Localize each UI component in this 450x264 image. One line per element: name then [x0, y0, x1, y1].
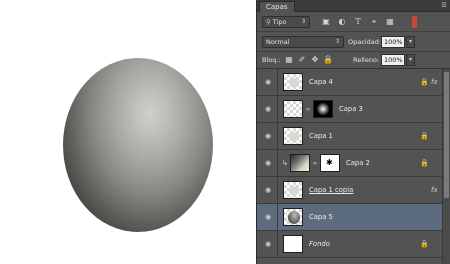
lock-image-icon[interactable]: ✐: [297, 55, 307, 65]
layers-panel: Capas ☰ ⚲ Tipo ⇕ ▣ ◐ T ⌖ ▦ Normal ⇕ Opaci…: [256, 0, 450, 264]
filter-kind-label: Tipo: [272, 18, 287, 26]
visibility-eye-icon[interactable]: ◉: [263, 213, 273, 221]
lock-icon: 🔒: [420, 240, 429, 248]
tab-layers[interactable]: Capas: [259, 1, 295, 12]
layer-name[interactable]: Capa 3: [339, 105, 363, 114]
visibility-eye-icon[interactable]: ◉: [263, 186, 273, 194]
lock-icon: 🔒: [420, 78, 429, 86]
panel-tab-bar: Capas ☰: [257, 0, 450, 12]
layer-thumbnail: [290, 154, 310, 172]
fill-label: Relleno:: [353, 56, 380, 64]
fill-field[interactable]: 100%: [381, 54, 405, 66]
lock-fill-row: Bloq.: ▦ ✐ ✥ 🔒 Relleno: 100% ▾: [257, 52, 450, 69]
opacity-label: Opacidad:: [348, 38, 382, 46]
layer-row-selected[interactable]: ◉ Capa 5: [257, 204, 443, 231]
layer-thumbnail: [283, 100, 303, 118]
panel-menu-icon[interactable]: ☰: [440, 2, 448, 10]
fx-icon[interactable]: fx: [431, 77, 441, 87]
select-caret-icon: ⇕: [300, 18, 306, 25]
layer-mask-thumbnail[interactable]: [320, 154, 340, 172]
lock-icon: 🔒: [420, 159, 429, 167]
opacity-field[interactable]: 100%: [381, 36, 405, 48]
document-canvas[interactable]: [0, 0, 256, 264]
visibility-eye-icon[interactable]: ◉: [263, 159, 273, 167]
blend-opacity-row: Normal ⇕ Opacidad: 100% ▾: [257, 32, 450, 52]
adjustment-filter-icon[interactable]: ◐: [337, 17, 347, 27]
filter-toggle-switch[interactable]: [412, 16, 417, 28]
layer-filter-row: ⚲ Tipo ⇕ ▣ ◐ T ⌖ ▦: [257, 12, 450, 32]
select-caret-icon: ⇕: [334, 38, 340, 45]
opacity-dropdown-button[interactable]: ▾: [406, 36, 415, 48]
visibility-eye-icon[interactable]: ◉: [263, 240, 273, 248]
layer-row[interactable]: ◉ Capa 1 🔒: [257, 123, 443, 150]
visibility-eye-icon[interactable]: ◉: [263, 132, 273, 140]
layer-name[interactable]: Capa 2: [346, 159, 370, 168]
layer-name[interactable]: Capa 5: [309, 213, 333, 222]
layer-thumbnail: [283, 235, 303, 253]
layer-name[interactable]: Capa 1: [309, 132, 333, 141]
layers-scrollbar[interactable]: [442, 69, 450, 264]
mask-link-icon[interactable]: ∞: [312, 159, 318, 168]
layer-thumbnail: [283, 208, 303, 226]
layer-thumbnail: [283, 181, 303, 199]
layer-thumbnail: [283, 73, 303, 91]
visibility-eye-icon[interactable]: ◉: [263, 105, 273, 113]
layer-mask-thumbnail[interactable]: [313, 100, 333, 118]
clipping-arrow-icon: ↳: [282, 159, 288, 167]
scrollbar-thumb[interactable]: [444, 72, 449, 198]
shape-filter-icon[interactable]: ⌖: [369, 17, 379, 27]
filter-kind-select[interactable]: ⚲ Tipo ⇕: [262, 16, 310, 28]
visibility-eye-icon[interactable]: ◉: [263, 78, 273, 86]
layer-row[interactable]: ◉ Capa 1 copia fx: [257, 177, 443, 204]
layer-name[interactable]: Capa 4: [309, 78, 333, 87]
layer-row[interactable]: ◉ ↳ ∞ Capa 2 🔒: [257, 150, 443, 177]
lock-icon: 🔒: [420, 132, 429, 140]
layer-row[interactable]: ◉ ∞ Capa 3: [257, 96, 443, 123]
fx-icon[interactable]: fx: [431, 185, 441, 195]
lock-transparent-icon[interactable]: ▦: [284, 55, 294, 65]
type-filter-icon[interactable]: T: [353, 17, 363, 27]
lock-all-icon[interactable]: 🔒: [323, 55, 333, 65]
lock-label: Bloq.:: [262, 56, 281, 64]
layer-name[interactable]: Fondo: [309, 240, 330, 249]
lock-position-icon[interactable]: ✥: [310, 55, 320, 65]
layer-row[interactable]: ◉ Capa 4 🔒 fx: [257, 69, 443, 96]
fill-dropdown-button[interactable]: ▾: [406, 54, 415, 66]
gray-sphere-artwork: [63, 58, 213, 232]
blend-mode-value: Normal: [266, 38, 290, 46]
pixel-filter-icon[interactable]: ▣: [321, 17, 331, 27]
mask-link-icon[interactable]: ∞: [305, 105, 311, 114]
layer-row[interactable]: ◉ Fondo 🔒: [257, 231, 443, 258]
blend-mode-select[interactable]: Normal ⇕: [262, 36, 344, 48]
layer-thumbnail: [283, 127, 303, 145]
search-icon: ⚲: [266, 18, 271, 26]
layers-list: ◉ Capa 4 🔒 fx ◉ ∞ Capa 3 ◉ Capa 1 🔒 ◉ ↳: [257, 69, 450, 264]
smart-object-filter-icon[interactable]: ▦: [385, 17, 395, 27]
layer-name[interactable]: Capa 1 copia: [309, 186, 353, 195]
